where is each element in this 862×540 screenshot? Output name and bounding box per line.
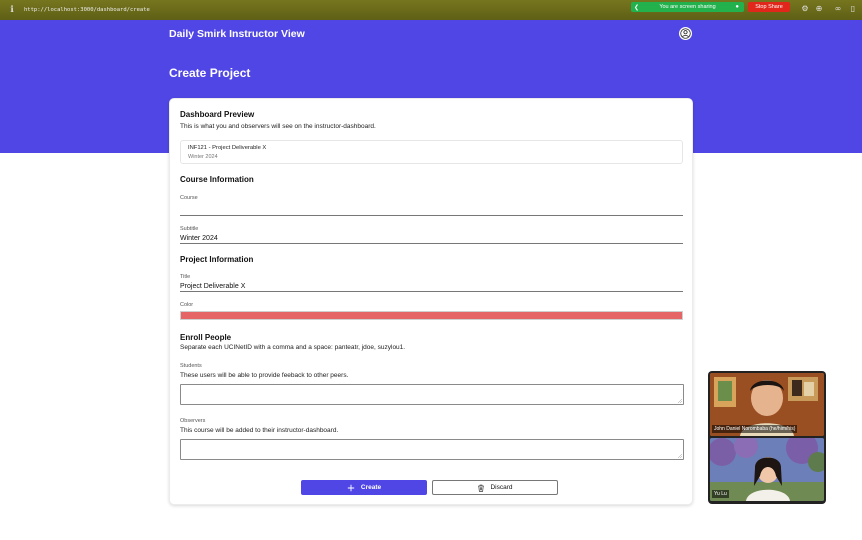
screen-sharing-indicator[interactable]: ❮ You are screen sharing ● xyxy=(631,2,744,12)
enroll-heading: Enroll People xyxy=(180,333,232,342)
user-icon[interactable] xyxy=(679,27,692,40)
title-input-underline xyxy=(180,291,683,292)
course-info-heading: Course Information xyxy=(180,175,254,184)
plus-icon xyxy=(347,484,355,491)
stop-share-label: Stop Share xyxy=(755,4,783,10)
enroll-description: Separate each UCINetID with a comma and … xyxy=(180,344,406,351)
subtitle-input[interactable]: Winter 2024 xyxy=(180,235,218,242)
stop-share-button[interactable]: Stop Share xyxy=(748,2,790,12)
preview-description: This is what you and observers will see … xyxy=(180,123,376,130)
resize-handle-icon[interactable] xyxy=(678,399,682,403)
trash-icon xyxy=(478,484,485,492)
screen-sharing-text: You are screen sharing xyxy=(659,4,716,10)
students-textarea[interactable] xyxy=(180,384,684,405)
participant-1-name: John Daniel Norombaba (he/him/his) xyxy=(712,425,798,433)
observers-textarea[interactable] xyxy=(180,439,684,460)
subtitle-label: Subtitle xyxy=(180,226,199,232)
dashboard-preview-card: INF121 - Project Deliverable X Winter 20… xyxy=(180,140,683,164)
observers-help: This course will be added to their instr… xyxy=(180,427,339,434)
project-info-heading: Project Information xyxy=(180,255,254,264)
discard-label: Discard xyxy=(490,484,513,491)
toolbar-sidebar-icon[interactable]: ▯ xyxy=(849,5,857,13)
create-button[interactable]: Create xyxy=(301,480,427,495)
course-input-underline xyxy=(180,215,683,216)
create-project-form: Dashboard Preview This is what you and o… xyxy=(169,98,693,505)
app-title[interactable]: Daily Smirk Instructor View xyxy=(169,28,305,40)
settings-dot-icon[interactable]: ● xyxy=(735,4,739,10)
toolbar-crosshair-icon[interactable]: ⊕ xyxy=(815,5,823,13)
toolbar-gear-icon[interactable]: ⚙ xyxy=(801,5,809,13)
info-icon[interactable]: ℹ xyxy=(4,5,20,15)
title-label: Title xyxy=(180,274,191,280)
create-label: Create xyxy=(360,484,382,491)
color-label: Color xyxy=(180,302,194,308)
participant-2-name: Yu Lu xyxy=(712,490,729,498)
discard-button[interactable]: Discard xyxy=(432,480,558,495)
title-input[interactable]: Project Deliverable X xyxy=(180,283,245,290)
preview-card-subtitle: Winter 2024 xyxy=(188,154,218,160)
video-call-panel[interactable]: John Daniel Norombaba (he/him/his) Yu Lu xyxy=(708,371,826,504)
preview-heading: Dashboard Preview xyxy=(180,110,255,119)
page-title: Create Project xyxy=(169,66,251,80)
video-tile-participant-2[interactable]: Yu Lu xyxy=(710,438,824,501)
video-tile-participant-1[interactable]: John Daniel Norombaba (he/him/his) xyxy=(710,373,824,436)
subtitle-input-underline xyxy=(180,243,683,244)
students-label: Students xyxy=(180,363,202,369)
toolbar-glasses-icon[interactable]: ∞ xyxy=(834,5,842,13)
color-picker[interactable] xyxy=(180,311,683,320)
share-leaf-icon: ❮ xyxy=(634,4,640,11)
address-bar[interactable]: http://localhost:3000/dashboard/create xyxy=(24,7,150,13)
preview-card-title: INF121 - Project Deliverable X xyxy=(188,145,267,151)
students-help: These users will be able to provide feeb… xyxy=(180,372,349,379)
resize-handle-icon[interactable] xyxy=(678,454,682,458)
observers-label: Observers xyxy=(180,418,206,424)
course-label: Course xyxy=(180,195,198,201)
